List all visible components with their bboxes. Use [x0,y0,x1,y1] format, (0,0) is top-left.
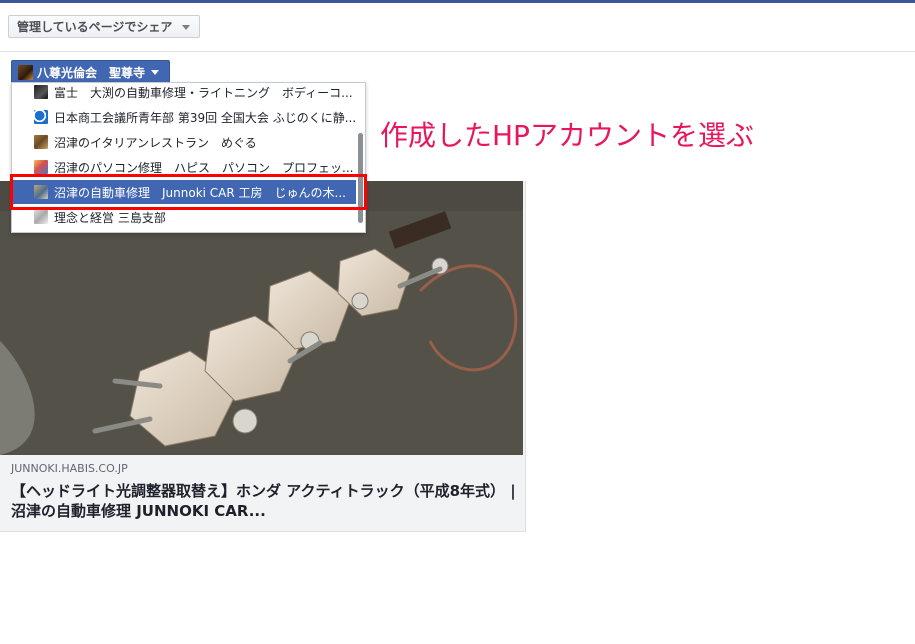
page-menu-item-label: 沼津のパソコン修理 ハピス パソコン プロフェッ... [54,160,354,175]
page-avatar-icon [34,135,48,149]
page-menu-item[interactable]: 日本商工会議所青年部 第39回 全国大会 ふじのくに静... [12,105,356,129]
page-avatar-icon [18,64,33,80]
page-menu: 富士 大渕の自動車修理・ライトニング ボディーコ... 日本商工会議所青年部 第… [11,82,366,233]
page-avatar-icon [34,210,48,224]
preview-title[interactable]: 【ヘッドライト光調整器取替え】ホンダ アクティトラック（平成8年式） | 沼津の… [11,481,516,521]
link-preview-card[interactable]: JUNNOKI.HABIS.CO.JP 【ヘッドライト光調整器取替え】ホンダ ア… [0,181,526,532]
page-avatar-icon [34,110,48,124]
page-selector-label: 八尊光倫会 聖尊寺 [37,65,146,80]
top-bar [0,0,915,3]
page-menu-item-label: 日本商工会議所青年部 第39回 全国大会 ふじのくに静... [54,110,356,125]
annotation-text: 作成したHPアカウントを選ぶ [380,119,754,152]
highlight-box [10,174,367,210]
page-menu-item[interactable]: 沼津のイタリアンレストラン めぐる [12,130,356,154]
chevron-down-icon [151,69,160,75]
page-menu-item[interactable]: 富士 大渕の自動車修理・ライトニング ボディーコ... [12,83,356,104]
share-as-page-label: 管理しているページでシェア [17,20,173,34]
page-selector-button[interactable]: 八尊光倫会 聖尊寺 [11,60,170,84]
chevron-down-icon [182,25,190,30]
page-menu-item-label: 沼津のイタリアンレストラン めぐる [54,135,257,150]
page-menu-item-label: 理念と経営 三島支部 [54,210,166,225]
preview-domain: JUNNOKI.HABIS.CO.JP [11,462,128,475]
divider [0,51,915,52]
page-avatar-icon [34,85,48,99]
page-menu-item-label: 富士 大渕の自動車修理・ライトニング ボディーコ... [54,85,353,100]
share-as-page-dropdown[interactable]: 管理しているページでシェア [8,15,200,38]
page-avatar-icon [34,160,48,174]
